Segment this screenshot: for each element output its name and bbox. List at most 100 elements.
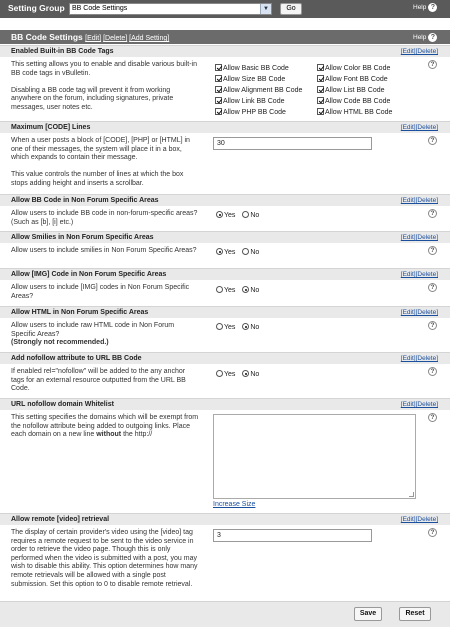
radio-label: No bbox=[250, 249, 260, 256]
reset-button[interactable]: Reset bbox=[399, 607, 431, 621]
help-icon[interactable]: ? bbox=[428, 321, 437, 330]
desc-paragraph: This setting allows you to enable and di… bbox=[11, 61, 197, 77]
delete-link[interactable]: [Delete] bbox=[416, 271, 438, 278]
radio-yes[interactable]: Yes bbox=[216, 323, 236, 331]
checkbox-alignment-bbcode[interactable]: Allow Alignment BB Code bbox=[215, 86, 302, 94]
checkbox-html-bbcode[interactable]: Allow HTML BB Code bbox=[317, 108, 392, 116]
delete-link[interactable]: [Delete] bbox=[416, 197, 438, 204]
edit-link[interactable]: [Edit] bbox=[401, 48, 416, 55]
resize-grip-icon[interactable] bbox=[409, 492, 414, 497]
section-title-nonforum-html: Allow HTML in Non Forum Specific Areas [… bbox=[0, 306, 450, 318]
desc-paragraph: If enabled rel="nofollow" will be added … bbox=[11, 368, 186, 393]
radio-no[interactable]: No bbox=[242, 248, 260, 256]
checkbox-label: Allow Link BB Code bbox=[223, 98, 285, 105]
edit-link[interactable]: [Edit] bbox=[401, 401, 416, 408]
form-footer bbox=[0, 601, 450, 627]
edit-link[interactable]: [Edit] bbox=[401, 355, 416, 362]
edit-link[interactable]: [Edit] bbox=[401, 197, 416, 204]
section-title-text: Allow HTML in Non Forum Specific Areas bbox=[11, 309, 149, 316]
desc-paragraph: The display of certain provider's video … bbox=[11, 529, 198, 588]
checkbox-code-bbcode[interactable]: Allow Code BB Code bbox=[317, 97, 390, 105]
delete-link[interactable]: [Delete] bbox=[416, 124, 438, 131]
increase-size-link[interactable]: Increase Size bbox=[213, 501, 255, 508]
delete-link[interactable]: [Delete] bbox=[416, 309, 438, 316]
radio-label: No bbox=[250, 287, 260, 294]
checkbox-basic-bbcode[interactable]: Allow Basic BB Code bbox=[215, 64, 289, 72]
setting-group-select[interactable]: BB Code Settings ▼ bbox=[69, 3, 272, 15]
edit-link[interactable]: [Edit] bbox=[401, 124, 416, 131]
section-title-text: Allow BB Code in Non Forum Specific Area… bbox=[11, 197, 159, 204]
checkbox-font-bbcode[interactable]: Allow Font BB Code bbox=[317, 75, 388, 83]
help-icon[interactable]: ? bbox=[428, 209, 437, 218]
section-title-whitelist: URL nofollow domain Whitelist [Edit][Del… bbox=[0, 398, 450, 410]
radio-label: No bbox=[250, 324, 260, 331]
radio-label: Yes bbox=[224, 324, 236, 331]
help-label: Help bbox=[413, 34, 427, 42]
whitelist-textarea[interactable] bbox=[213, 414, 416, 499]
delete-link[interactable]: [Delete] bbox=[416, 234, 438, 241]
go-button[interactable]: Go bbox=[280, 3, 302, 15]
help-icon[interactable]: ? bbox=[428, 60, 437, 69]
help-icon[interactable]: ? bbox=[428, 283, 437, 292]
page-title-text: BB Code Settings bbox=[11, 32, 83, 42]
checkbox-label: Allow Alignment BB Code bbox=[223, 87, 303, 94]
section-title-text: Allow [IMG] Code in Non Forum Specific A… bbox=[11, 271, 167, 278]
help-icon: ? bbox=[428, 3, 438, 12]
radio-no[interactable]: No bbox=[242, 323, 260, 331]
radio-yes[interactable]: Yes bbox=[216, 248, 235, 256]
desc-paragraph: Allow users to include raw HTML code in … bbox=[11, 322, 175, 338]
chevron-down-icon[interactable]: ▼ bbox=[260, 4, 271, 14]
checkbox-size-bbcode[interactable]: Allow Size BB Code bbox=[215, 75, 285, 83]
section-title-text: URL nofollow domain Whitelist bbox=[11, 401, 114, 408]
section-desc-builtin: This setting allows you to enable and di… bbox=[11, 61, 199, 113]
radio-no[interactable]: No bbox=[242, 370, 260, 378]
radio-group-nofollow: Yes No bbox=[216, 370, 264, 378]
remote-video-retrieval-input[interactable]: 3 bbox=[213, 529, 372, 542]
save-button[interactable]: Save bbox=[354, 607, 382, 621]
section-desc-video: The display of certain provider's video … bbox=[11, 529, 199, 589]
radio-yes[interactable]: Yes bbox=[216, 211, 235, 219]
delete-link[interactable]: [Delete] bbox=[416, 355, 438, 362]
help-icon: ? bbox=[428, 33, 438, 42]
checkbox-color-bbcode[interactable]: Allow Color BB Code bbox=[317, 64, 390, 72]
section-title-video: Allow remote [video] retrieval [Edit][De… bbox=[0, 513, 450, 525]
edit-link[interactable]: [Edit] bbox=[401, 271, 416, 278]
desc-emphasis: without bbox=[96, 431, 122, 439]
help-link-top[interactable]: Help? bbox=[413, 3, 438, 12]
radio-yes[interactable]: Yes bbox=[216, 370, 235, 378]
delete-link[interactable]: [Delete] bbox=[416, 401, 438, 408]
help-icon[interactable]: ? bbox=[428, 246, 437, 255]
header-add-setting-link[interactable]: [Add Setting] bbox=[129, 35, 169, 42]
delete-link[interactable]: [Delete] bbox=[416, 48, 438, 55]
section-title-builtin: Enabled Built-in BB Code Tags [Edit][Del… bbox=[0, 45, 450, 57]
radio-yes[interactable]: Yes bbox=[216, 286, 235, 294]
checkbox-list-bbcode[interactable]: Allow List BB Code bbox=[317, 86, 385, 94]
section-desc-whitelist: This setting specifies the domains which… bbox=[11, 414, 199, 440]
help-icon[interactable]: ? bbox=[428, 413, 437, 422]
section-desc-nonforum-smilies: Allow users to include smilies in Non Fo… bbox=[11, 247, 199, 256]
edit-link[interactable]: [Edit] bbox=[401, 234, 416, 241]
header-delete-link[interactable]: [Delete] bbox=[103, 35, 127, 42]
max-code-lines-input[interactable]: 30 bbox=[213, 137, 372, 150]
delete-link[interactable]: [Delete] bbox=[416, 516, 438, 523]
radio-group-nonforum-bbcode: Yes No bbox=[216, 211, 264, 219]
section-title-nonforum-smilies: Allow Smilies in Non Forum Specific Area… bbox=[0, 231, 450, 243]
section-title-maxcode: Maximum [CODE] Lines [Edit][Delete] bbox=[0, 121, 450, 133]
checkbox-label: Allow Size BB Code bbox=[223, 76, 286, 83]
help-link-header[interactable]: Help? bbox=[413, 33, 438, 42]
warning-text: (Strongly not recommended.) bbox=[11, 339, 109, 347]
checkbox-php-bbcode[interactable]: Allow PHP BB Code bbox=[215, 108, 286, 116]
radio-no[interactable]: No bbox=[242, 286, 260, 294]
radio-no[interactable]: No bbox=[242, 211, 259, 219]
help-icon[interactable]: ? bbox=[428, 528, 437, 537]
checkbox-link-bbcode[interactable]: Allow Link BB Code bbox=[215, 97, 284, 105]
section-title-nonforum-img: Allow [IMG] Code in Non Forum Specific A… bbox=[0, 268, 450, 280]
header-edit-link[interactable]: [Edit] bbox=[85, 35, 101, 42]
desc-text: the http:// bbox=[121, 431, 153, 439]
edit-link[interactable]: [Edit] bbox=[401, 516, 416, 523]
edit-link[interactable]: [Edit] bbox=[401, 309, 416, 316]
radio-label: No bbox=[250, 371, 260, 378]
help-icon[interactable]: ? bbox=[428, 367, 437, 376]
help-icon[interactable]: ? bbox=[428, 136, 437, 145]
checkbox-label: Allow HTML BB Code bbox=[325, 109, 393, 116]
